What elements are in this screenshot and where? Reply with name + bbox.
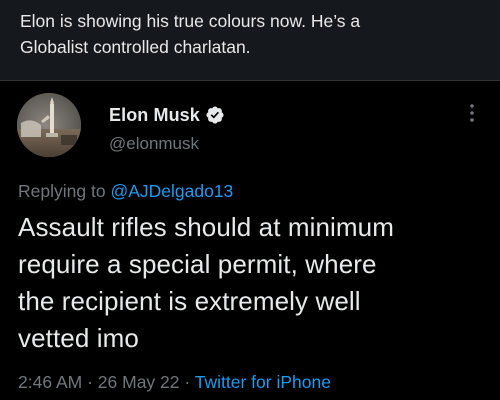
tweet-text: Assault rifles should at minimum require… bbox=[18, 209, 488, 357]
author-display-name[interactable]: Elon Musk bbox=[109, 105, 200, 126]
parent-tweet-line: Globalist controlled charlatan. bbox=[20, 37, 251, 57]
tweet-source-link[interactable]: Twitter for iPhone bbox=[195, 372, 331, 392]
replying-to-label: Replying to bbox=[18, 181, 106, 201]
meta-separator: · bbox=[184, 372, 191, 392]
verified-badge-icon bbox=[205, 105, 225, 125]
author-name-row[interactable]: Elon Musk bbox=[109, 103, 225, 127]
parent-tweet[interactable]: Elon is showing his true colours now. He… bbox=[0, 0, 500, 80]
more-options-icon[interactable] bbox=[460, 100, 484, 128]
replying-to-line: Replying to @AJDelgado13 bbox=[18, 181, 233, 202]
meta-separator: · bbox=[87, 372, 93, 392]
tweet-metadata: 2:46 AM · 26 May 22 · Twitter for iPhone bbox=[18, 372, 331, 393]
tweet-date[interactable]: 26 May 22 bbox=[98, 372, 180, 392]
tweet-text-line: the recipient is extremely well bbox=[18, 286, 361, 316]
avatar[interactable] bbox=[17, 93, 81, 157]
avatar-image bbox=[17, 93, 81, 157]
parent-tweet-text: Elon is showing his true colours now. He… bbox=[20, 8, 480, 60]
tweet-divider bbox=[0, 80, 500, 81]
tweet-text-line: require a special permit, where bbox=[18, 249, 377, 279]
tweet-time[interactable]: 2:46 AM bbox=[18, 372, 82, 392]
author-handle[interactable]: @elonmusk bbox=[109, 134, 199, 154]
tweet-text-line: Assault rifles should at minimum bbox=[18, 212, 394, 242]
tweet-text-line: vetted imo bbox=[18, 323, 139, 353]
replying-to-handle-link[interactable]: @AJDelgado13 bbox=[110, 181, 233, 201]
parent-tweet-line: Elon is showing his true colours now. He… bbox=[20, 11, 361, 31]
